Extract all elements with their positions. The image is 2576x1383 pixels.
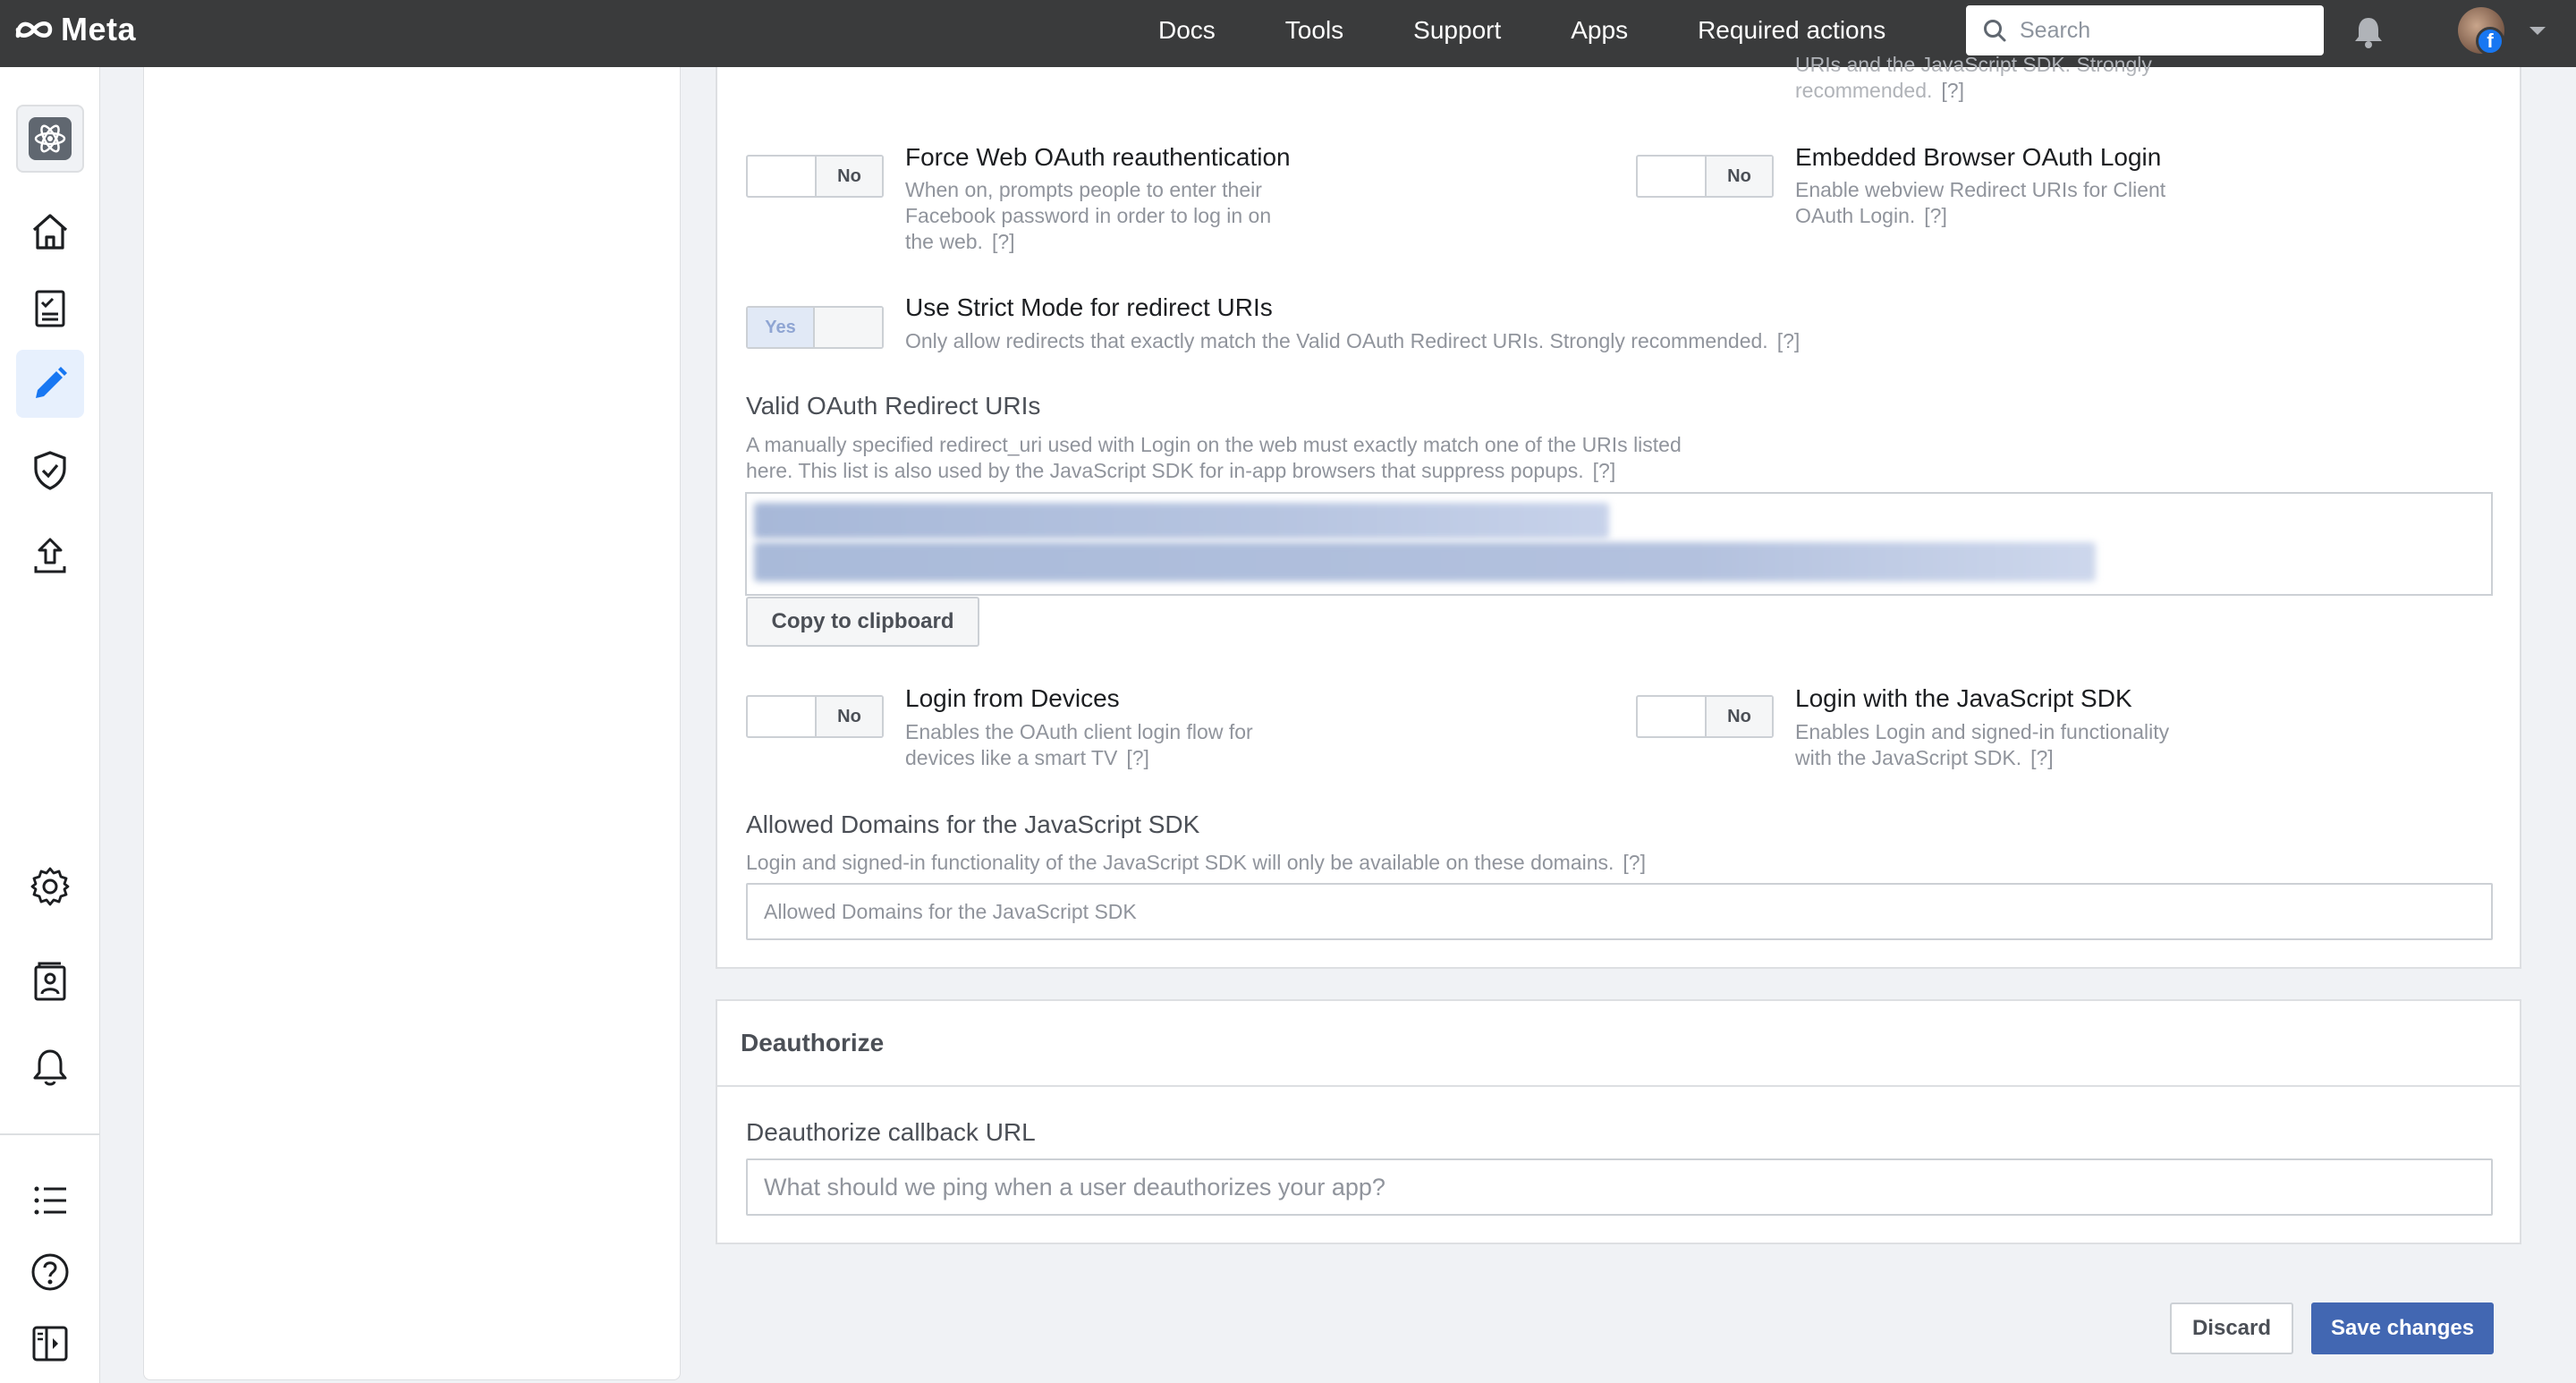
login-js-sdk-desc: Enables Login and signed-in functionalit… bbox=[1795, 720, 2170, 769]
rail-settings[interactable] bbox=[16, 853, 84, 921]
rail-publish[interactable] bbox=[16, 522, 84, 590]
gear-icon bbox=[30, 867, 70, 906]
nav-support[interactable]: Support bbox=[1413, 16, 1501, 45]
rail-edit[interactable] bbox=[16, 350, 84, 418]
partial-top-desc: URIs and the JavaScript SDK. Strongly re… bbox=[1795, 53, 2152, 102]
deauthorize-callback-input[interactable] bbox=[746, 1158, 2493, 1216]
search-box[interactable] bbox=[1966, 5, 2324, 55]
redirect-uris-label: Valid OAuth Redirect URIs bbox=[746, 392, 1041, 420]
toggle-no-label: No bbox=[1705, 697, 1772, 736]
help-link[interactable]: [?] bbox=[1777, 329, 1801, 352]
rail-roles[interactable] bbox=[16, 947, 84, 1015]
atom-app-icon bbox=[29, 117, 72, 160]
meta-infinity-icon bbox=[15, 21, 53, 38]
expand-panel-icon bbox=[32, 1326, 68, 1362]
nav-docs[interactable]: Docs bbox=[1158, 16, 1216, 45]
nav-tools[interactable]: Tools bbox=[1285, 16, 1343, 45]
help-link[interactable]: [?] bbox=[1593, 459, 1616, 482]
nav-apps[interactable]: Apps bbox=[1571, 16, 1628, 45]
help-circle-icon bbox=[31, 1253, 69, 1291]
toggle-yes-label: Yes bbox=[748, 308, 815, 347]
rail-divider bbox=[0, 1133, 100, 1135]
rail-toggle-panel[interactable] bbox=[16, 1310, 84, 1378]
login-devices-title: Login from Devices bbox=[905, 684, 1120, 712]
nav-required-actions[interactable]: Required actions bbox=[1698, 16, 1885, 45]
shield-check-icon bbox=[34, 451, 66, 490]
notifications-bell-icon[interactable] bbox=[2351, 14, 2386, 50]
allowed-domains-label: Allowed Domains for the JavaScript SDK bbox=[746, 810, 1200, 838]
rail-help[interactable] bbox=[16, 1238, 84, 1306]
redirect-uris-desc: A manually specified redirect_uri used w… bbox=[746, 433, 1682, 482]
meta-logo-text: Meta bbox=[61, 11, 137, 47]
account-menu-caret-icon[interactable] bbox=[2528, 25, 2547, 38]
toggle-no-label: No bbox=[815, 157, 882, 196]
toggle-no-label: No bbox=[815, 697, 882, 736]
checklist-icon bbox=[35, 290, 65, 327]
login-js-sdk-toggle[interactable]: No bbox=[1636, 695, 1774, 738]
login-devices-desc: Enables the OAuth client login flow for … bbox=[905, 720, 1253, 769]
save-changes-button[interactable]: Save changes bbox=[2311, 1302, 2494, 1354]
embedded-browser-desc: Enable webview Redirect URIs for Client … bbox=[1795, 178, 2166, 227]
login-devices-toggle[interactable]: No bbox=[746, 695, 884, 738]
top-navigation-bar: Meta Docs Tools Support Apps Required ac… bbox=[0, 0, 2576, 67]
meta-logo[interactable]: Meta bbox=[13, 11, 136, 48]
strict-mode-title: Use Strict Mode for redirect URIs bbox=[905, 293, 1273, 321]
rail-alerts[interactable] bbox=[16, 1033, 84, 1101]
help-link[interactable]: [?] bbox=[2030, 746, 2054, 769]
list-icon bbox=[34, 1186, 66, 1215]
embedded-browser-toggle[interactable]: No bbox=[1636, 155, 1774, 198]
facebook-badge-icon: f bbox=[2476, 27, 2504, 55]
deauthorize-callback-label: Deauthorize callback URL bbox=[746, 1118, 1036, 1146]
help-link[interactable]: [?] bbox=[1126, 746, 1149, 769]
app-icon[interactable] bbox=[16, 105, 84, 173]
allowed-domains-input[interactable] bbox=[746, 883, 2493, 940]
rail-home[interactable] bbox=[16, 198, 84, 266]
contact-card-icon bbox=[34, 962, 66, 1001]
help-link[interactable]: [?] bbox=[992, 230, 1015, 253]
copy-to-clipboard-button[interactable]: Copy to clipboard bbox=[746, 597, 979, 647]
upload-icon bbox=[34, 538, 66, 573]
allowed-domains-desc: Login and signed-in functionality of the… bbox=[746, 851, 1646, 874]
toggle-no-label: No bbox=[1705, 157, 1772, 196]
secondary-nav-panel bbox=[143, 67, 681, 1380]
bell-icon bbox=[33, 1049, 67, 1086]
strict-mode-toggle[interactable]: Yes bbox=[746, 306, 884, 349]
force-reauth-toggle[interactable]: No bbox=[746, 155, 884, 198]
rail-security[interactable] bbox=[16, 437, 84, 505]
pencil-icon bbox=[36, 367, 67, 398]
home-icon bbox=[32, 214, 68, 250]
force-reauth-desc: When on, prompts people to enter their F… bbox=[905, 178, 1272, 253]
rail-checklist[interactable] bbox=[16, 275, 84, 343]
rail-list[interactable] bbox=[16, 1167, 84, 1235]
top-nav-links: Docs Tools Support Apps Required actions bbox=[1158, 16, 1885, 45]
search-icon bbox=[1984, 20, 2006, 42]
login-js-sdk-title: Login with the JavaScript SDK bbox=[1795, 684, 2132, 712]
redacted-uri-token[interactable] bbox=[754, 503, 1609, 539]
search-input[interactable] bbox=[2020, 17, 2306, 44]
strict-mode-desc: Only allow redirects that exactly match … bbox=[905, 329, 1801, 352]
left-icon-rail bbox=[0, 67, 100, 1383]
help-link[interactable]: [?] bbox=[1924, 204, 1947, 227]
embedded-browser-title: Embedded Browser OAuth Login bbox=[1795, 143, 2162, 171]
redacted-uri-token[interactable] bbox=[754, 542, 2096, 581]
deauthorize-header: Deauthorize bbox=[717, 1001, 2520, 1087]
help-link[interactable]: [?] bbox=[1623, 851, 1646, 874]
redirect-uris-token-field[interactable] bbox=[745, 492, 2493, 596]
discard-button[interactable]: Discard bbox=[2170, 1302, 2293, 1354]
force-reauth-title: Force Web OAuth reauthentication bbox=[905, 143, 1291, 171]
